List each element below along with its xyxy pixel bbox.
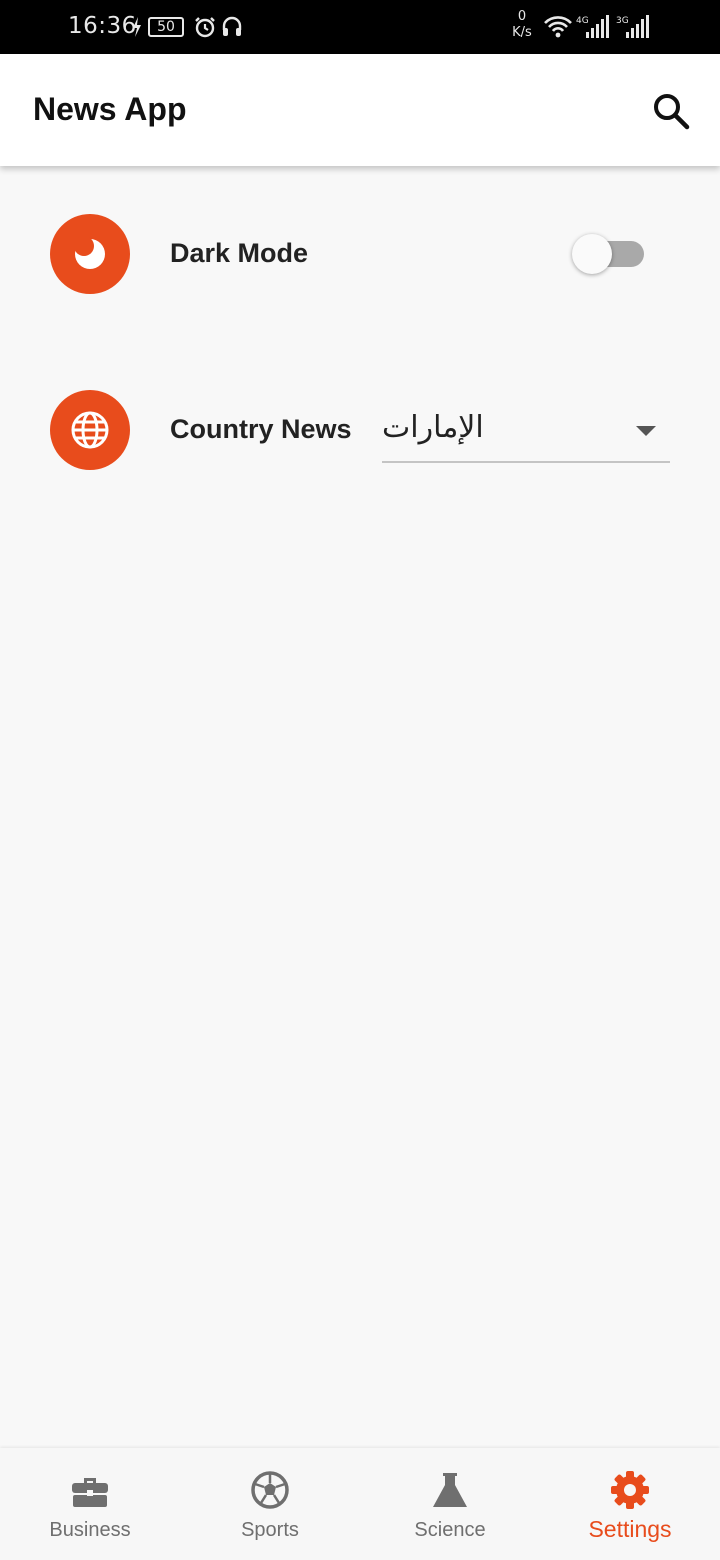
- battery-icon: 50: [148, 17, 184, 37]
- signal-4g-icon: 4G: [576, 15, 609, 38]
- moon-icon: [74, 236, 105, 269]
- caret-down-icon: [636, 426, 656, 436]
- app-bar: News App: [0, 54, 720, 166]
- status-bar: 16:36 50 0 K/s 4G 3G: [0, 0, 720, 54]
- nav-sports[interactable]: Sports: [180, 1448, 360, 1560]
- country-news-icon-badge: [50, 390, 130, 470]
- bottom-navigation: Business Sports Science Settings: [0, 1448, 720, 1560]
- headset-icon: [222, 16, 242, 36]
- dark-mode-toggle[interactable]: [572, 234, 646, 274]
- signal1-label: 4G: [576, 16, 589, 26]
- page-title: News App: [33, 91, 187, 127]
- network-speed-unit: K/s: [512, 25, 532, 40]
- country-select-value: الإمارات: [382, 410, 484, 445]
- charging-icon: [133, 17, 141, 37]
- nav-settings[interactable]: Settings: [540, 1448, 720, 1560]
- nav-business[interactable]: Business: [0, 1448, 180, 1560]
- gear-icon: [611, 1471, 649, 1509]
- soccer-ball-icon: [251, 1471, 289, 1509]
- dark-mode-icon-badge: [50, 214, 130, 294]
- country-select[interactable]: الإمارات: [382, 398, 670, 463]
- search-icon: [654, 94, 690, 130]
- briefcase-icon: [72, 1478, 108, 1507]
- flask-icon: [433, 1473, 467, 1507]
- wifi-icon: [544, 16, 572, 38]
- country-news-label: Country News: [170, 414, 352, 444]
- nav-science-label: Science: [414, 1519, 486, 1541]
- signal2-label: 3G: [616, 16, 629, 26]
- network-speed: 0 K/s: [507, 9, 537, 41]
- nav-sports-label: Sports: [241, 1519, 299, 1541]
- dark-mode-label: Dark Mode: [170, 238, 309, 268]
- signal-3g-icon: 3G: [616, 15, 649, 38]
- nav-science[interactable]: Science: [360, 1448, 540, 1560]
- search-button[interactable]: [648, 88, 694, 134]
- nav-settings-label: Settings: [588, 1516, 672, 1542]
- nav-business-label: Business: [49, 1519, 131, 1541]
- globe-icon: [71, 411, 109, 449]
- alarm-icon: [195, 17, 215, 38]
- battery-level: 50: [157, 19, 175, 35]
- status-time: 16:36: [68, 13, 137, 39]
- toggle-thumb: [572, 234, 612, 274]
- network-speed-value: 0: [517, 9, 527, 24]
